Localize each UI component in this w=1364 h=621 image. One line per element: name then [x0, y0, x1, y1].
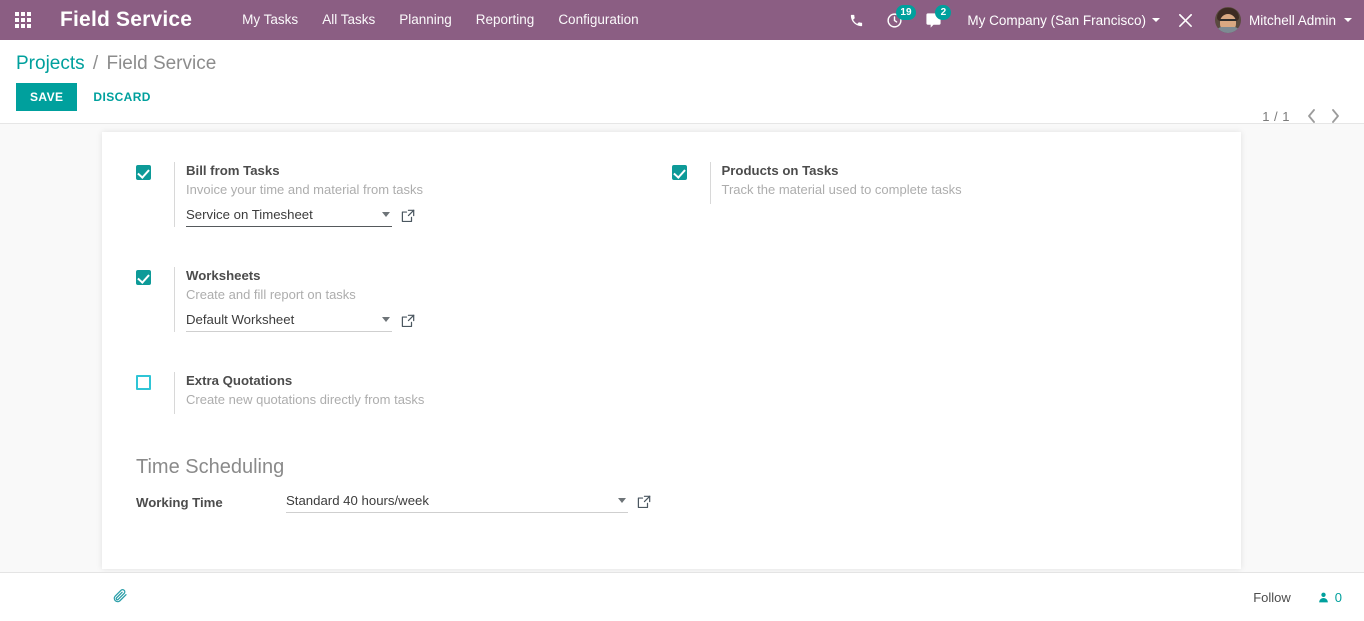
menu-item-configuration[interactable]: Configuration: [546, 0, 650, 40]
control-panel: Projects / Field Service SAVE DISCARD 1 …: [0, 40, 1364, 124]
products-on-tasks-checkbox[interactable]: [671, 165, 687, 180]
worksheets-value: Default Worksheet: [186, 312, 295, 327]
phone-button[interactable]: [838, 0, 875, 40]
worksheets-select[interactable]: Default Worksheet: [186, 310, 392, 332]
app-brand-title[interactable]: Field Service: [46, 8, 192, 32]
record-actions: SAVE DISCARD: [16, 83, 1348, 111]
external-link-icon: [637, 495, 651, 509]
chevron-right-icon: [1331, 109, 1339, 123]
settings-column-right: Products on Tasks Track the material use…: [671, 162, 1208, 422]
save-button[interactable]: SAVE: [16, 83, 78, 111]
menu-item-all-tasks[interactable]: All Tasks: [310, 0, 387, 40]
company-name: My Company (San Francisco): [967, 12, 1146, 28]
settings-sheet: Bill from Tasks Invoice your time and ma…: [102, 132, 1241, 569]
bill-from-tasks-field-row: Service on Timesheet: [186, 205, 672, 227]
external-link-icon: [401, 209, 415, 223]
followers-count: 0: [1334, 589, 1342, 605]
chevron-down-icon: [618, 498, 626, 503]
breadcrumb-item-projects[interactable]: Projects: [16, 53, 85, 74]
attach-file-button[interactable]: [112, 589, 128, 605]
extra-quotations-checkbox[interactable]: [136, 375, 151, 390]
breadcrumb-item-current: Field Service: [106, 53, 217, 74]
working-time-internal-link-button[interactable]: [637, 495, 651, 509]
pager-count: 1 / 1: [1262, 108, 1290, 124]
products-on-tasks-title: Products on Tasks: [721, 163, 839, 178]
extra-quotations-description: Create new quotations directly from task…: [186, 392, 425, 407]
products-on-tasks-description: Track the material used to complete task…: [721, 182, 962, 197]
working-time-select[interactable]: Standard 40 hours/week: [286, 491, 628, 513]
messages-button[interactable]: 2: [914, 0, 953, 40]
worksheets-checkbox[interactable]: [136, 270, 151, 285]
settings-page-background: Bill from Tasks Invoice your time and ma…: [0, 124, 1364, 572]
chevron-down-icon: [382, 317, 390, 322]
main-menu: My Tasks All Tasks Planning Reporting Co…: [230, 0, 650, 40]
time-scheduling-section: Working Time Standard 40 hours/week: [136, 491, 1207, 513]
apps-menu-button[interactable]: [0, 0, 46, 40]
chevron-down-icon: [382, 212, 390, 217]
working-time-value: Standard 40 hours/week: [286, 493, 429, 508]
top-navbar: Field Service My Tasks All Tasks Plannin…: [0, 0, 1364, 40]
worksheets-field-row: Default Worksheet: [186, 310, 672, 332]
setting-extra-quotations: Extra Quotations Create new quotations d…: [136, 372, 672, 422]
user-name: Mitchell Admin: [1248, 12, 1336, 28]
breadcrumb: Projects / Field Service: [16, 40, 1348, 77]
user-follower-icon: [1318, 592, 1328, 602]
paperclip-icon: [113, 589, 127, 603]
discard-button[interactable]: DISCARD: [81, 83, 162, 111]
working-time-label: Working Time: [136, 494, 223, 510]
phone-icon: [851, 14, 863, 26]
worksheets-description: Create and fill report on tasks: [186, 287, 356, 302]
worksheets-title: Worksheets: [186, 268, 261, 283]
follow-button[interactable]: Follow: [1253, 590, 1291, 605]
setting-bill-from-tasks: Bill from Tasks Invoice your time and ma…: [136, 162, 672, 235]
menu-item-my-tasks[interactable]: My Tasks: [230, 0, 310, 40]
company-switcher[interactable]: My Company (San Francisco): [953, 13, 1166, 28]
chevron-down-icon: [1344, 18, 1352, 22]
chevron-down-icon: [1151, 18, 1160, 22]
breadcrumb-separator: /: [92, 53, 99, 74]
bill-from-tasks-title: Bill from Tasks: [186, 163, 280, 178]
working-time-row: Working Time Standard 40 hours/week: [136, 491, 1207, 513]
bill-from-tasks-value: Service on Timesheet: [186, 207, 313, 222]
setting-worksheets: Worksheets Create and fill report on tas…: [136, 267, 672, 340]
bill-from-tasks-select[interactable]: Service on Timesheet: [186, 205, 392, 227]
grid-apps-icon: [15, 12, 31, 28]
menu-item-planning[interactable]: Planning: [387, 0, 464, 40]
extra-quotations-title: Extra Quotations: [186, 373, 293, 388]
menu-item-reporting[interactable]: Reporting: [464, 0, 547, 40]
activities-badge: 19: [896, 5, 916, 20]
bill-from-tasks-checkbox[interactable]: [136, 165, 151, 180]
followers-button[interactable]: 0: [1317, 590, 1342, 605]
developer-tools-button[interactable]: [1166, 0, 1205, 40]
chatter-actions: Follow 0: [1253, 590, 1342, 605]
messages-badge: 2: [935, 5, 952, 20]
external-link-icon: [401, 314, 415, 328]
bill-from-tasks-description: Invoice your time and material from task…: [186, 182, 423, 197]
settings-grid: Bill from Tasks Invoice your time and ma…: [136, 162, 1207, 422]
setting-products-on-tasks: Products on Tasks Track the material use…: [671, 162, 1208, 212]
user-menu[interactable]: Mitchell Admin: [1205, 7, 1356, 33]
chevron-left-icon: [1307, 109, 1315, 123]
activities-button[interactable]: 19: [875, 0, 916, 40]
settings-column-left: Bill from Tasks Invoice your time and ma…: [136, 162, 672, 422]
tools-wrench-icon: [1179, 13, 1192, 27]
chatter-footer: Follow 0: [0, 572, 1364, 621]
bill-from-tasks-internal-link-button[interactable]: [401, 209, 415, 223]
navbar-systray: 19 2 My Company (San Francisco) Mitchell…: [838, 0, 1364, 40]
worksheets-internal-link-button[interactable]: [401, 314, 415, 328]
time-scheduling-heading: Time Scheduling: [136, 456, 285, 478]
avatar: [1214, 7, 1241, 33]
